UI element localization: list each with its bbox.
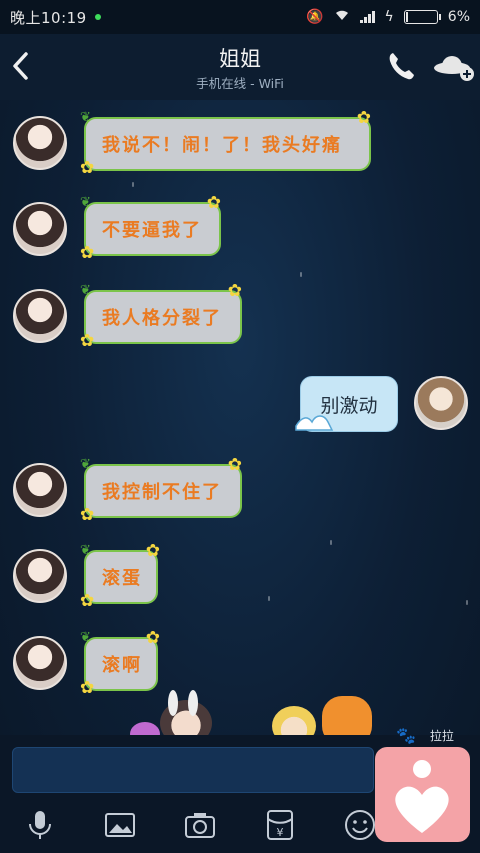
phone-icon[interactable] (386, 50, 416, 82)
microphone-icon[interactable] (23, 808, 57, 842)
my-avatar[interactable] (414, 376, 468, 430)
message-bubble[interactable]: ❦ ✿ ✿ 我人格分裂了 (80, 283, 242, 350)
emoji-icon[interactable] (343, 808, 377, 842)
lala-entry[interactable]: 🐾 拉拉 (396, 724, 472, 746)
image-icon[interactable] (103, 808, 137, 842)
battery-percent: 6% (447, 9, 470, 25)
message-bubble[interactable]: ❦ ✿ ✿ 不要逼我了 (80, 195, 221, 262)
svg-text:¥: ¥ (277, 826, 284, 839)
lala-label: 拉拉 (429, 728, 454, 743)
heart-icon (395, 760, 449, 833)
message-bubble[interactable]: ❦ ✿ ✿ 我控制不住了 (80, 457, 242, 524)
battery-icon (403, 10, 441, 24)
message-text: 滚蛋 (102, 568, 142, 589)
message-text: 不要逼我了 (102, 220, 202, 241)
bunny-ear-left (168, 690, 178, 716)
wave-decoration-icon (295, 415, 334, 431)
avatar[interactable] (13, 636, 67, 690)
message-bubble[interactable]: ❦ ✿ ✿ 滚蛋 (80, 543, 160, 610)
message-bubble[interactable]: ❦ ✿ ✿ 我说不！闹！了！我头好痛 (80, 110, 371, 177)
battery-fill (405, 12, 408, 22)
message-text: 滚啊 (102, 655, 142, 676)
status-bar: 晚上10:19 🔕 ϟ 6% (0, 0, 480, 34)
avatar[interactable] (13, 202, 67, 256)
signal-icon (359, 11, 375, 23)
message-bubble[interactable]: ❦ ✿ ✿ 滚啊 (80, 630, 160, 697)
charging-icon: ϟ (384, 9, 394, 25)
heart-sticker-card[interactable] (375, 747, 470, 842)
message-text: 我控制不住了 (102, 482, 222, 503)
wifi-icon (334, 9, 350, 25)
avatar[interactable] (13, 116, 67, 170)
status-time: 晚上10:19 (10, 8, 87, 27)
red-packet-icon[interactable]: ¥ (263, 808, 297, 842)
avatar[interactable] (13, 463, 67, 517)
mute-icon: 🔕 (306, 9, 324, 25)
avatar[interactable] (13, 289, 67, 343)
avatar[interactable] (13, 549, 67, 603)
chat-header: 姐姐 手机在线 - WiFi (0, 34, 480, 100)
message-text: 我说不！闹！了！我头好痛 (102, 135, 342, 156)
ufo-plus-icon[interactable] (432, 52, 476, 82)
message-input[interactable] (12, 747, 374, 793)
notification-dot (94, 14, 101, 20)
bunny-ear-right (188, 690, 198, 716)
message-text: 我人格分裂了 (102, 308, 222, 329)
camera-icon[interactable] (183, 808, 217, 842)
paw-icon: 🐾 (396, 725, 416, 745)
